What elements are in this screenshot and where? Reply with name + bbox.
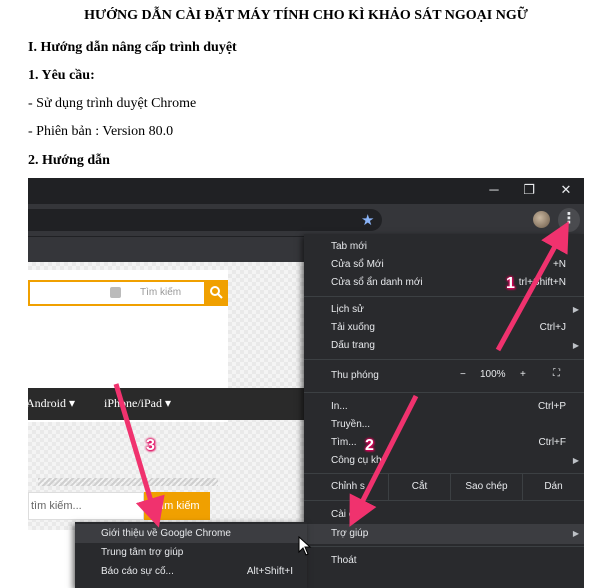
annotation-step-1: 1 bbox=[506, 275, 515, 292]
section-heading: I. Hướng dẫn nâng cấp trình duyệt bbox=[28, 40, 237, 55]
annotation-arrows bbox=[113, 221, 569, 528]
requirement-version: - Phiên bản : Version 80.0 bbox=[28, 124, 174, 139]
annotation-step-2: 2 bbox=[365, 437, 374, 454]
subheading-guide: 2. Hướng dẫn bbox=[28, 153, 110, 168]
annotation-step-3: 3 bbox=[146, 437, 155, 454]
document-title: HƯỚNG DẪN CÀI ĐẶT MÁY TÍNH CHO KÌ KHẢO S… bbox=[84, 8, 528, 23]
browser-screenshot: ─ ❐ ✕ ★ ⋮ Tìm kiếm Android ▾ iPhone/iPad… bbox=[28, 178, 584, 588]
subheading-requirements: 1. Yêu cầu: bbox=[28, 68, 95, 83]
arrow-step-2 bbox=[349, 394, 419, 527]
requirement-browser: - Sử dụng trình duyệt Chrome bbox=[28, 96, 197, 111]
